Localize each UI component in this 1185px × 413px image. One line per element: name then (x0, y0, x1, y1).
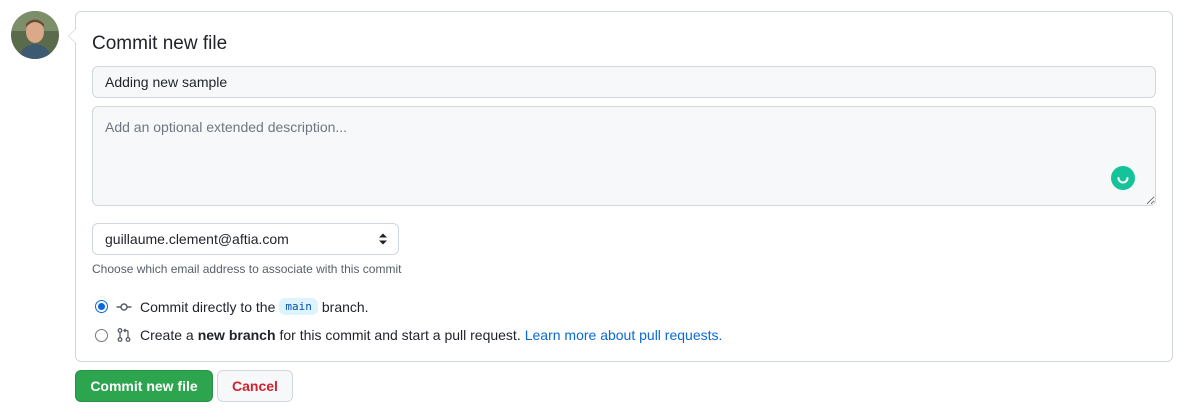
commit-title: Commit new file (92, 33, 228, 54)
grammarly-icon[interactable] (1111, 166, 1135, 190)
branch-name-badge: main (279, 298, 318, 315)
email-hint: Choose which email address to associate … (92, 262, 402, 276)
commit-direct-prefix: Commit directly to the (140, 298, 276, 315)
avatar[interactable] (11, 11, 59, 59)
commit-direct-radio[interactable] (95, 300, 108, 313)
commit-description-textarea[interactable] (92, 106, 1156, 206)
commit-panel: Commit new file guillaume.clement@aftia.… (68, 11, 1173, 362)
commit-summary-input[interactable] (92, 66, 1156, 98)
new-branch-radio[interactable] (95, 328, 108, 342)
git-pull-request-icon (116, 327, 132, 343)
commit-direct-option[interactable]: Commit directly to the main branch. (95, 298, 369, 315)
select-arrows-icon (379, 233, 387, 245)
new-branch-bold: new branch (197, 327, 276, 343)
email-select-value: guillaume.clement@aftia.com (105, 231, 289, 247)
commit-direct-suffix: branch. (321, 298, 369, 315)
new-branch-suffix: for this commit and start a pull request… (279, 327, 521, 343)
cancel-button[interactable]: Cancel (217, 370, 293, 402)
new-branch-prefix: Create a (140, 327, 194, 343)
user-avatar-icon (11, 11, 59, 59)
new-branch-option[interactable]: Create a new branch for this commit and … (95, 327, 722, 343)
git-commit-icon (116, 299, 132, 315)
email-select[interactable]: guillaume.clement@aftia.com (92, 223, 399, 255)
commit-new-file-button[interactable]: Commit new file (75, 370, 213, 402)
learn-more-pull-requests-link[interactable]: Learn more about pull requests. (525, 327, 723, 343)
